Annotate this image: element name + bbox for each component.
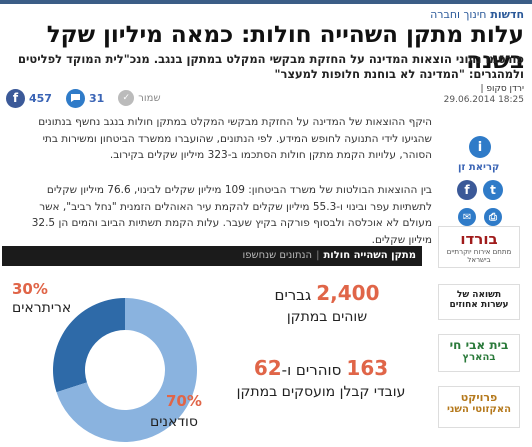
article-paragraph-2: בין ההוצאות הבולטות של משרד הביטחון: 109…: [31, 184, 432, 246]
article-subheadline: פורסמו נתוני הוצאות המדינה על החזקת מבקש…: [18, 52, 524, 81]
comments-count: 31: [88, 91, 105, 105]
ad-logo-beit-avi-chai[interactable]: בית אבי חי בהארץ: [438, 334, 520, 372]
ad-logo-return[interactable]: תשואה של עשרות אחוזים: [438, 284, 520, 320]
ad-logo-exotic[interactable]: פרויקט האקזוטי השני: [438, 386, 520, 428]
pct-sudan: 70%: [166, 392, 202, 410]
save-button[interactable]: שמור: [138, 93, 160, 104]
infographic-title: מתקן השהייה חולות: [323, 250, 416, 261]
stat-staff: 163 סוהרים ו-62 עובדי קבלן מועסקים במתקן: [218, 356, 424, 400]
email-icon[interactable]: ✉: [458, 208, 476, 226]
ad-logo-bordeaux[interactable]: בורדו מתחם אירוח יוקרתיים בישראל: [438, 226, 520, 268]
info-icon[interactable]: i: [469, 136, 491, 158]
infographic-subtitle: הנתונים שנחשפו: [242, 250, 313, 261]
share-bar: f 457 31 ✓ שמור: [6, 87, 161, 109]
comment-bubble-icon: [70, 94, 80, 102]
breadcrumb: חדשות חינוך וחברה: [430, 8, 524, 21]
pct-eritrea: 30%: [12, 280, 48, 298]
article-byline: ירדן סקופ | 18:25 29.06.2014: [444, 84, 524, 106]
stat-staff-mid: סוהרים ו-: [281, 361, 342, 379]
reader-mode-link[interactable]: קריאת זן: [458, 162, 499, 173]
stat-inmates: 2,400 גברים שוהים במתקן: [242, 281, 412, 325]
author-name[interactable]: ירדן סקופ |: [444, 84, 524, 95]
infographic-header: מתקן השהייה חולות|הנתונים שנחשפו: [2, 246, 422, 266]
facebook-share-count: 457: [29, 91, 52, 105]
save-icon[interactable]: ✓: [118, 90, 135, 106]
stat-contractors-number: 62: [253, 356, 282, 380]
publish-date: 18:25 29.06.2014: [443, 95, 524, 105]
pie-slice-eritrea: [52, 298, 125, 393]
stat-guards-number: 163: [346, 356, 389, 380]
stat-inmates-number: 2,400: [316, 281, 380, 305]
stat-staff-line2: עובדי קבלן מועסקים במתקן: [236, 384, 406, 400]
print-icon[interactable]: ⎙: [484, 208, 502, 226]
top-bar: [0, 0, 532, 4]
twitter-icon[interactable]: t: [483, 180, 503, 200]
comments-icon[interactable]: [65, 88, 85, 108]
breadcrumb-subsection[interactable]: חינוך וחברה: [430, 8, 486, 21]
breadcrumb-section[interactable]: חדשות: [490, 8, 524, 21]
stat-inmates-unit: גברים: [274, 286, 312, 304]
facebook-icon[interactable]: f: [457, 180, 477, 200]
stat-inmates-line2: שוהים במתקן: [286, 309, 368, 325]
facebook-share-icon[interactable]: f: [6, 88, 25, 108]
label-sudan: סודאנים: [150, 414, 198, 430]
article-paragraph-1: היקף ההוצאות של המדינה על החזקת מבקשי המ…: [38, 116, 432, 161]
